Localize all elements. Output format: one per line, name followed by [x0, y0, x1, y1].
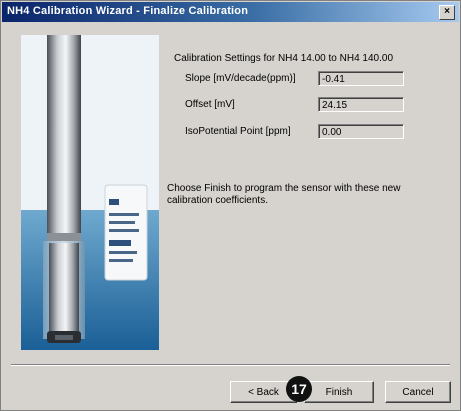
isopotential-label: IsoPotential Point [ppm] [185, 126, 291, 137]
close-icon: × [444, 6, 450, 17]
calibration-settings-heading: Calibration Settings for NH4 14.00 to NH… [174, 53, 394, 64]
calibration-wizard-window: NH4 Calibration Wizard - Finalize Calibr… [0, 0, 461, 411]
slope-label: Slope [mV/decade(ppm)] [185, 73, 296, 84]
sensor-image [21, 35, 159, 350]
isopotential-field[interactable]: 0.00 [318, 124, 404, 139]
slope-field[interactable]: -0.41 [318, 71, 404, 86]
cancel-button[interactable]: Cancel [385, 381, 451, 403]
title-bar[interactable]: NH4 Calibration Wizard - Finalize Calibr… [2, 2, 459, 22]
offset-label: Offset [mV] [185, 99, 235, 110]
step-callout-badge: 17 [286, 376, 312, 402]
offset-field[interactable]: 24.15 [318, 97, 404, 112]
finish-instructions: Choose Finish to program the sensor with… [167, 183, 401, 206]
divider [11, 364, 450, 366]
window-title: NH4 Calibration Wizard - Finalize Calibr… [7, 5, 249, 17]
close-button[interactable]: × [439, 5, 455, 20]
finish-button[interactable]: Finish [304, 381, 374, 403]
